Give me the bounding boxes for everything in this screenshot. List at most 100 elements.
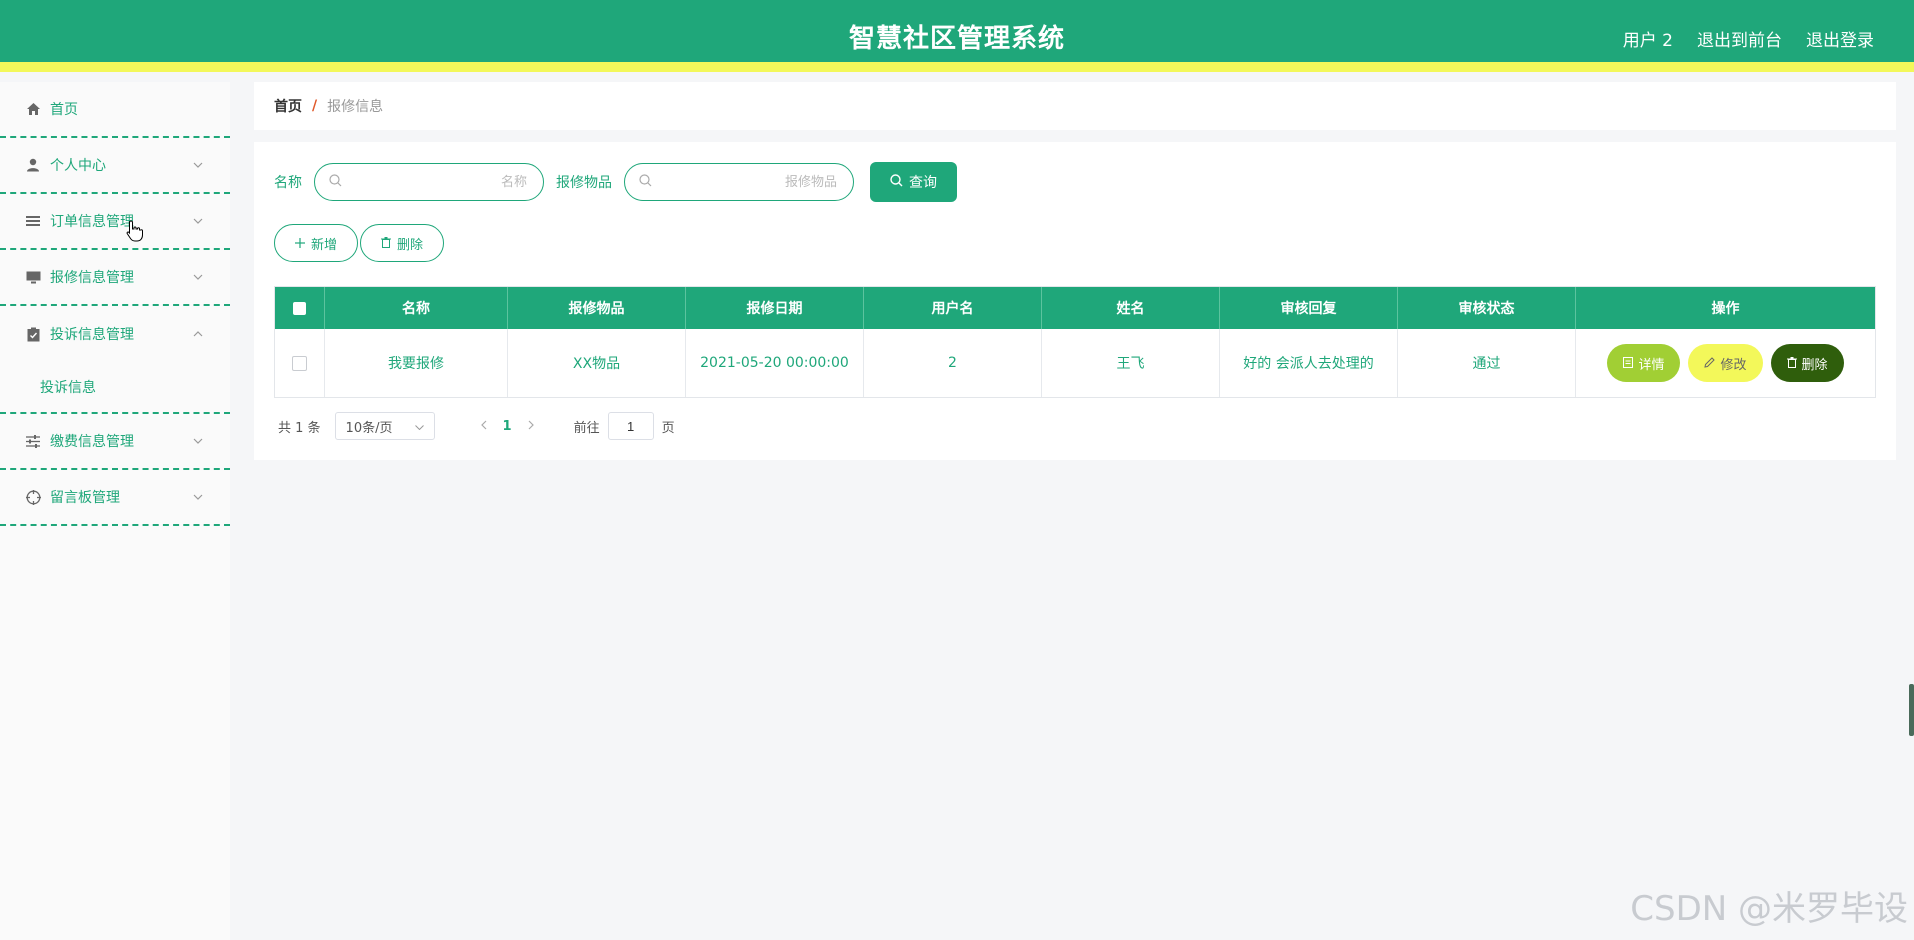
item-search-input[interactable] <box>652 173 839 191</box>
chevron-down-icon <box>190 433 206 449</box>
prev-page-icon[interactable] <box>480 419 487 434</box>
breadcrumb: 首页 / 报修信息 <box>254 82 1896 130</box>
page-number-current[interactable]: 1 <box>503 419 512 434</box>
goto-page-input[interactable] <box>607 412 654 440</box>
cell-item: XX物品 <box>508 329 686 397</box>
table-header-row: 名称 报修物品 报修日期 用户名 姓名 审核回复 审核状态 操作 <box>275 287 1875 329</box>
sidebar-item-personal-center[interactable]: 个人中心 <box>0 138 230 194</box>
edit-button[interactable]: 修改 <box>1688 344 1763 382</box>
user-icon <box>24 156 42 174</box>
query-button[interactable]: 查询 <box>870 162 957 202</box>
home-icon <box>24 100 42 118</box>
sidebar-item-message-board[interactable]: 留言板管理 <box>0 470 230 526</box>
chevron-down-icon <box>190 269 206 285</box>
breadcrumb-home[interactable]: 首页 <box>274 96 302 116</box>
sidebar-item-label: 订单信息管理 <box>50 214 134 230</box>
row-delete-label: 删除 <box>1801 356 1828 372</box>
column-header: 姓名 <box>1042 287 1220 329</box>
goto-suffix: 页 <box>661 420 675 436</box>
monitor-icon <box>24 268 42 286</box>
top-header: 智慧社区管理系统 用户 2 退出到前台 退出登录 <box>0 0 1914 72</box>
pagination: 共 1 条 10条/页 1 前往 页 <box>278 412 675 440</box>
goto-page: 前往 页 <box>574 412 675 440</box>
search-icon <box>890 174 903 190</box>
item-search-box <box>624 163 854 201</box>
column-header: 审核回复 <box>1220 287 1398 329</box>
cell-reply: 好的 会派人去处理的 <box>1220 329 1398 397</box>
chevron-down-icon <box>190 213 206 229</box>
name-search-input[interactable] <box>342 173 529 191</box>
column-header: 报修物品 <box>508 287 686 329</box>
next-page-icon[interactable] <box>528 419 534 434</box>
row-checkbox[interactable] <box>292 355 307 371</box>
column-header: 名称 <box>325 287 508 329</box>
cell-username: 2 <box>864 329 1042 397</box>
cell-realname: 王飞 <box>1042 329 1220 397</box>
sidebar-subitem-complaint-info[interactable]: 投诉信息 <box>0 362 230 412</box>
sidebar-item-label: 报修信息管理 <box>50 270 134 286</box>
back-to-front-link[interactable]: 退出到前台 <box>1697 26 1782 51</box>
column-header: 用户名 <box>864 287 1042 329</box>
column-header: 操作 <box>1711 301 1740 317</box>
action-bar: 新增 删除 <box>274 224 445 262</box>
repair-table: 名称 报修物品 报修日期 用户名 姓名 审核回复 审核状态 操作 我要报修 XX… <box>274 286 1876 398</box>
column-header: 报修日期 <box>686 287 864 329</box>
page-size-value: 10条/页 <box>345 420 393 436</box>
main-panel: 名称 报修物品 查询 新增 <box>254 142 1896 460</box>
current-user-link[interactable]: 用户 2 <box>1623 26 1673 51</box>
name-search-box <box>314 163 544 201</box>
header-links: 用户 2 退出到前台 退出登录 <box>1623 26 1874 51</box>
sidebar-item-repair-management[interactable]: 报修信息管理 <box>0 250 230 306</box>
add-button[interactable]: 新增 <box>274 224 359 262</box>
sidebar-item-label: 首页 <box>50 102 78 118</box>
cell-operations: 详情 修改 删除 <box>1576 329 1875 397</box>
sidebar-item-label: 个人中心 <box>50 158 106 174</box>
sidebar-item-complaint-management[interactable]: 投诉信息管理 <box>0 306 230 362</box>
batch-delete-button[interactable]: 删除 <box>360 224 445 262</box>
cell-status: 通过 <box>1398 329 1576 397</box>
page-size-select[interactable]: 10条/页 <box>334 412 435 440</box>
sidebar-item-label: 投诉信息管理 <box>50 327 134 343</box>
row-delete-button[interactable]: 删除 <box>1770 344 1844 382</box>
column-header: 审核状态 <box>1398 287 1576 329</box>
sidebar-item-payment-management[interactable]: 缴费信息管理 <box>0 414 230 470</box>
sidebar-item-label: 缴费信息管理 <box>50 434 134 450</box>
cell-date: 2021-05-20 00:00:00 <box>686 329 864 397</box>
sliders-icon <box>24 432 42 450</box>
table-row: 我要报修 XX物品 2021-05-20 00:00:00 2 王飞 好的 会派… <box>275 329 1875 397</box>
chevron-up-icon <box>190 326 206 342</box>
item-search-label: 报修物品 <box>556 175 612 191</box>
pagination-total: 共 1 条 <box>278 420 321 436</box>
select-all-checkbox[interactable] <box>293 301 306 315</box>
complaint-menu-group: 投诉信息管理 投诉信息 <box>0 306 230 414</box>
search-icon <box>639 173 652 191</box>
sidebar: 首页 个人中心 订单信息管理 报修信息管理 投诉信息管理 投诉信息 缴费信息管理… <box>0 82 230 940</box>
chevron-down-icon <box>414 419 424 434</box>
detail-button[interactable]: 详情 <box>1607 344 1681 382</box>
add-button-label: 新增 <box>311 236 338 252</box>
goto-label: 前往 <box>573 420 600 436</box>
row-select-cell <box>275 329 325 397</box>
breadcrumb-separator: / <box>312 98 318 114</box>
cell-name: 我要报修 <box>325 329 508 397</box>
chevron-down-icon <box>190 157 206 173</box>
list-icon <box>24 212 42 230</box>
trash-icon <box>1786 356 1797 371</box>
document-icon <box>1623 356 1634 371</box>
logout-link[interactable]: 退出登录 <box>1806 26 1874 51</box>
scroll-handle[interactable] <box>1909 684 1914 736</box>
select-all-cell <box>275 287 325 329</box>
name-search-label: 名称 <box>274 175 302 191</box>
search-icon <box>329 173 342 191</box>
trash-icon <box>381 236 392 251</box>
search-bar: 名称 报修物品 查询 <box>274 162 957 202</box>
breadcrumb-current: 报修信息 <box>327 99 384 115</box>
edit-button-label: 修改 <box>1720 356 1747 372</box>
detail-button-label: 详情 <box>1638 356 1665 372</box>
hand-cursor-icon <box>126 220 144 246</box>
sidebar-item-order-management[interactable]: 订单信息管理 <box>0 194 230 250</box>
target-icon <box>24 488 42 506</box>
chevron-down-icon <box>190 489 206 505</box>
watermark: CSDN @米罗毕设 <box>1630 889 1908 929</box>
sidebar-item-home[interactable]: 首页 <box>0 82 230 138</box>
